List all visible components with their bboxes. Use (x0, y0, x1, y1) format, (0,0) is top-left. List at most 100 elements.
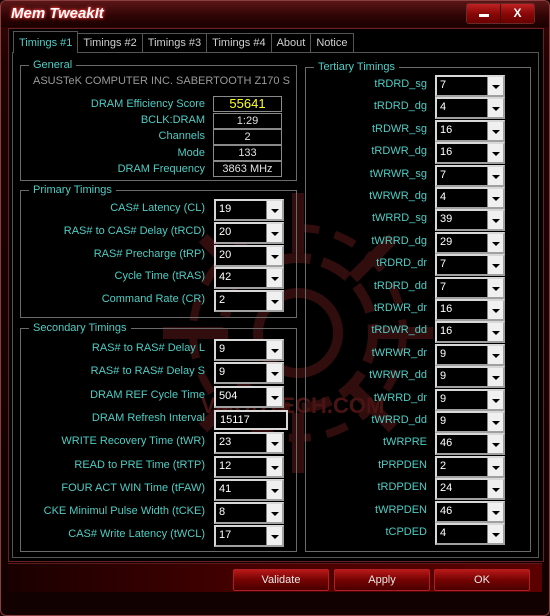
ras-to-ras-delay-s-dropdown[interactable]: 9 (214, 362, 284, 384)
trdrd-dg-dropdown[interactable]: 4 (435, 97, 505, 119)
cke-minimul-pulse-width-tcke-dropdown[interactable]: 8 (214, 502, 284, 524)
channels-label: Channels (158, 130, 205, 142)
trdwr-dg-dropdown[interactable]: 16 (435, 142, 505, 164)
tab-timings-4[interactable]: Timings #4 (206, 33, 272, 52)
chevron-down-icon[interactable] (487, 189, 503, 207)
cycle-time-tras-dropdown[interactable]: 42 (214, 267, 284, 289)
chevron-down-icon[interactable] (487, 234, 503, 252)
trdwr-sg-label: tRDWR_sg (371, 123, 427, 135)
dram-frequency-value: 3863 MHz (213, 161, 282, 177)
bclk-dram-label: BCLK:DRAM (140, 114, 205, 126)
chevron-down-icon[interactable] (487, 279, 503, 297)
twrwr-dd-dropdown[interactable]: 9 (435, 366, 505, 388)
chevron-down-icon[interactable] (487, 301, 503, 319)
dropdown-value: 7 (440, 169, 447, 181)
trdrd-sg-label: tRDRD_sg (374, 78, 427, 90)
chevron-down-icon[interactable] (487, 144, 503, 162)
title-bar[interactable]: Mem TweakIt X (1, 1, 549, 27)
chevron-down-icon[interactable] (487, 391, 503, 409)
tab-timings-3[interactable]: Timings #3 (141, 33, 208, 52)
trdwr-dr-dropdown[interactable]: 16 (435, 299, 505, 321)
chevron-down-icon[interactable] (487, 211, 503, 229)
twrpden-dropdown[interactable]: 46 (435, 501, 505, 523)
tertiary-timings-legend: Tertiary Timings (318, 61, 396, 73)
trdrd-sg-dropdown[interactable]: 7 (435, 75, 505, 97)
validate-button[interactable]: Validate (233, 569, 329, 591)
dropdown-value: 16 (440, 325, 453, 337)
four-act-win-time-tfaw-label: FOUR ACT WIN Time (tFAW) (61, 482, 205, 494)
dropdown-value: 41 (219, 483, 232, 495)
trdwr-dd-dropdown[interactable]: 16 (435, 321, 505, 343)
chevron-down-icon[interactable] (487, 368, 503, 386)
ras-to-cas-delay-trcd-dropdown[interactable]: 20 (214, 222, 284, 244)
tab-notice[interactable]: Notice (310, 33, 354, 52)
ras-precharge-trp-dropdown[interactable]: 20 (214, 245, 284, 267)
chevron-down-icon[interactable] (266, 247, 282, 265)
chevron-down-icon[interactable] (487, 99, 503, 117)
chevron-down-icon[interactable] (487, 458, 503, 476)
chevron-down-icon[interactable] (266, 458, 282, 476)
twrrd-sg-dropdown[interactable]: 39 (435, 209, 505, 231)
chevron-down-icon[interactable] (266, 292, 282, 310)
tab-about[interactable]: About (270, 33, 312, 52)
dram-ref-cycle-time-dropdown[interactable]: 504 (214, 386, 284, 408)
apply-button[interactable]: Apply (334, 569, 430, 591)
trdpden-dropdown[interactable]: 24 (435, 478, 505, 500)
chevron-down-icon[interactable] (487, 256, 503, 274)
twrpre-dropdown[interactable]: 46 (435, 433, 505, 455)
twrrd-dg-dropdown[interactable]: 29 (435, 232, 505, 254)
chevron-down-icon[interactable] (266, 481, 282, 499)
minimize-button[interactable] (467, 4, 500, 23)
cas-write-latency-twcl-dropdown[interactable]: 17 (214, 525, 284, 547)
trdwr-sg-dropdown[interactable]: 16 (435, 120, 505, 142)
chevron-down-icon[interactable] (266, 224, 282, 242)
chevron-down-icon[interactable] (266, 201, 282, 219)
tab-bar: Timings #1 Timings #2 Timings #3 Timings… (13, 31, 354, 53)
ok-button[interactable]: OK (434, 569, 530, 591)
tab-timings-2[interactable]: Timings #2 (77, 33, 143, 52)
chevron-down-icon[interactable] (487, 346, 503, 364)
chevron-down-icon[interactable] (487, 435, 503, 453)
chevron-down-icon[interactable] (266, 341, 282, 359)
chevron-down-icon[interactable] (266, 504, 282, 522)
twrrd-dd-dropdown[interactable]: 9 (435, 411, 505, 433)
read-to-pre-time-trtp-dropdown[interactable]: 12 (214, 456, 284, 478)
dropdown-value: 9 (440, 348, 447, 360)
chevron-down-icon[interactable] (266, 434, 282, 452)
trdrd-dr-dropdown[interactable]: 7 (435, 254, 505, 276)
cas-latency-cl-dropdown[interactable]: 19 (214, 199, 284, 221)
cas-write-latency-twcl-label: CAS# Write Latency (tWCL) (68, 528, 205, 540)
chevron-down-icon[interactable] (487, 413, 503, 431)
chevron-down-icon[interactable] (266, 388, 282, 406)
chevron-down-icon[interactable] (266, 269, 282, 287)
command-rate-cr-dropdown[interactable]: 2 (214, 290, 284, 312)
twrwr-dg-dropdown[interactable]: 4 (435, 187, 505, 209)
four-act-win-time-tfaw-dropdown[interactable]: 41 (214, 479, 284, 501)
dropdown-value: 7 (440, 258, 447, 270)
chevron-down-icon[interactable] (487, 167, 503, 185)
dram-refresh-interval-input[interactable]: 15117 (214, 410, 288, 430)
tprpden-dropdown[interactable]: 2 (435, 456, 505, 478)
chevron-down-icon[interactable] (487, 480, 503, 498)
minimize-icon (478, 14, 489, 17)
chevron-down-icon[interactable] (487, 525, 503, 543)
twrrd-dr-dropdown[interactable]: 9 (435, 389, 505, 411)
close-button[interactable]: X (500, 4, 534, 23)
chevron-down-icon[interactable] (487, 122, 503, 140)
chevron-down-icon[interactable] (487, 323, 503, 341)
write-recovery-time-twr-dropdown[interactable]: 23 (214, 432, 284, 454)
trdrd-dd-dropdown[interactable]: 7 (435, 277, 505, 299)
twrwr-dr-dropdown[interactable]: 9 (435, 344, 505, 366)
twrwr-dr-label: tWRWR_dr (371, 347, 427, 359)
chevron-down-icon[interactable] (487, 503, 503, 521)
chevron-down-icon[interactable] (487, 77, 503, 95)
tprpden-label: tPRPDEN (378, 459, 427, 471)
window-title: Mem TweakIt (11, 5, 104, 22)
tab-timings-1[interactable]: Timings #1 (13, 31, 79, 53)
chevron-down-icon[interactable] (266, 364, 282, 382)
tcpded-dropdown[interactable]: 4 (435, 523, 505, 545)
chevron-down-icon[interactable] (266, 527, 282, 545)
ras-to-ras-delay-l-dropdown[interactable]: 9 (214, 339, 284, 361)
cycle-time-tras-label: Cycle Time (tRAS) (114, 270, 205, 282)
twrwr-sg-dropdown[interactable]: 7 (435, 165, 505, 187)
